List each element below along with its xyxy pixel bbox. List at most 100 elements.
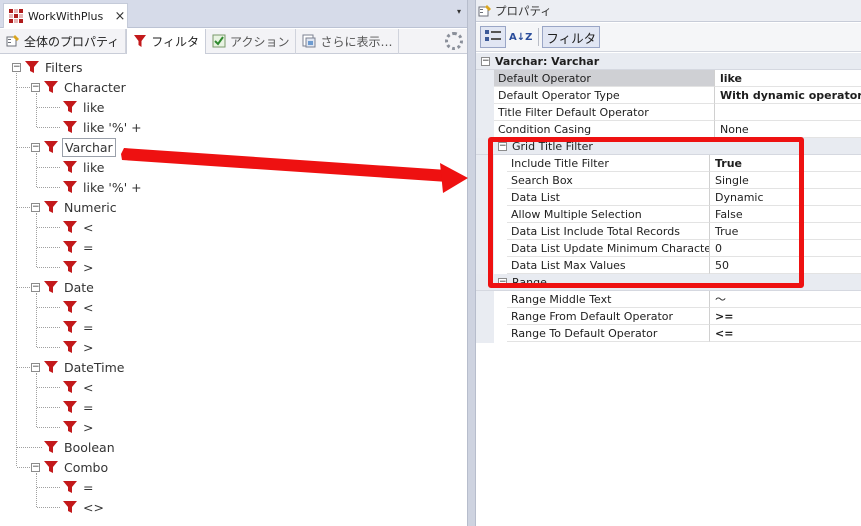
prop-row-range-middle-text[interactable]: Range Middle Text ～: [476, 291, 861, 308]
collapse-icon[interactable]: −: [498, 141, 507, 151]
funnel-icon: [62, 260, 78, 274]
tab-filter[interactable]: フィルタ: [126, 28, 207, 54]
tree-node-date-lt[interactable]: <: [62, 297, 95, 317]
workwithplus-pane: WorkWithPlus × ▾ 全体のプロパティ フィルタ アクション さらに…: [0, 0, 467, 526]
prop-row-range-to-default-operator[interactable]: Range To Default Operator <=: [476, 325, 861, 342]
tree-node-datetime[interactable]: DateTime: [43, 357, 126, 377]
tree-node-boolean[interactable]: Boolean: [43, 437, 117, 457]
tree-node-date-gt[interactable]: >: [62, 337, 95, 357]
funnel-icon: [133, 34, 147, 48]
tab-action[interactable]: アクション: [206, 28, 297, 54]
filter-view-button[interactable]: フィルタ: [542, 26, 601, 48]
tree-collapse-icon[interactable]: −: [31, 363, 40, 372]
prop-row-data-list-update-min-chars[interactable]: Data List Update Minimum Characters 0: [476, 240, 861, 257]
sort-alphabetical-icon: A↓Z: [509, 31, 533, 43]
collapse-icon[interactable]: −: [481, 56, 490, 66]
tree-node-numeric-gt[interactable]: >: [62, 257, 95, 277]
properties-pane: プロパティ A↓Z フィルタ − Varchar: Varchar Defaul…: [476, 0, 861, 526]
category-range[interactable]: − Range: [476, 274, 861, 291]
tab-more[interactable]: さらに表示…: [296, 28, 400, 54]
tree-node-datetime-gt[interactable]: >: [62, 417, 95, 437]
filters-tree: − Filters − Character like like '%' + − …: [0, 56, 467, 526]
document-tab-label: WorkWithPlus: [28, 9, 104, 23]
pane-splitter[interactable]: [467, 0, 476, 526]
tree-node-character[interactable]: Character: [43, 77, 128, 97]
toolbar-separator: [538, 28, 540, 46]
gear-icon[interactable]: [445, 32, 463, 50]
tab-all-properties[interactable]: 全体のプロパティ: [0, 28, 127, 54]
tree-node-numeric[interactable]: Numeric: [43, 197, 119, 217]
tree-node-combo-eq[interactable]: =: [62, 477, 95, 497]
properties-icon: [478, 4, 492, 18]
funnel-icon: [62, 100, 78, 114]
collapse-icon[interactable]: −: [498, 277, 507, 287]
prop-row-search-box[interactable]: Search Box Single: [476, 172, 861, 189]
tree-node-character-like-prefix[interactable]: like '%' +: [62, 117, 144, 137]
funnel-icon: [62, 400, 78, 414]
funnel-icon: [43, 280, 59, 294]
tree-node-character-like[interactable]: like: [62, 97, 106, 117]
grid-object-header[interactable]: − Varchar: Varchar: [476, 53, 861, 70]
category-grid-title-filter[interactable]: − Grid Title Filter: [476, 138, 861, 155]
property-grid: − Varchar: Varchar Default Operator like…: [476, 53, 861, 526]
tree-node-varchar[interactable]: Varchar: [43, 137, 116, 157]
action-icon: [212, 34, 226, 48]
tree-node-varchar-like-prefix[interactable]: like '%' +: [62, 177, 144, 197]
funnel-icon: [43, 440, 59, 454]
funnel-icon: [62, 220, 78, 234]
properties-toolbar: A↓Z フィルタ: [476, 23, 861, 52]
tree-node-filters[interactable]: Filters: [24, 57, 84, 77]
tree-node-datetime-lt[interactable]: <: [62, 377, 95, 397]
document-tab-workwithplus[interactable]: WorkWithPlus ×: [3, 3, 128, 28]
prop-row-include-title-filter[interactable]: Include Title Filter True: [476, 155, 861, 172]
prop-row-range-from-default-operator[interactable]: Range From Default Operator >=: [476, 308, 861, 325]
tree-node-numeric-lt[interactable]: <: [62, 217, 95, 237]
categorized-view-button[interactable]: [480, 26, 506, 48]
filter-view-label: フィルタ: [546, 30, 597, 46]
tree-collapse-icon[interactable]: −: [31, 83, 40, 92]
more-icon: [302, 34, 316, 48]
workwithplus-app-icon: [9, 9, 23, 23]
tree-node-date[interactable]: Date: [43, 277, 96, 297]
prop-row-condition-casing[interactable]: Condition Casing None: [476, 121, 861, 138]
document-tab-bar: WorkWithPlus × ▾: [0, 0, 467, 28]
tree-collapse-icon[interactable]: −: [12, 63, 21, 72]
tree-node-varchar-like[interactable]: like: [62, 157, 106, 177]
prop-row-data-list[interactable]: Data List Dynamic: [476, 189, 861, 206]
categorized-icon: [484, 28, 502, 47]
close-icon[interactable]: ×: [113, 9, 127, 24]
funnel-icon: [43, 360, 59, 374]
alphabetical-sort-button[interactable]: A↓Z: [506, 26, 535, 48]
tab-filter-label: フィルタ: [151, 34, 200, 49]
funnel-icon: [62, 160, 78, 174]
funnel-icon: [62, 300, 78, 314]
properties-title-label: プロパティ: [495, 3, 552, 18]
prop-row-data-list-max-values[interactable]: Data List Max Values 50: [476, 257, 861, 274]
prop-row-allow-multiple-selection[interactable]: Allow Multiple Selection False: [476, 206, 861, 223]
prop-row-default-operator[interactable]: Default Operator like: [476, 70, 861, 87]
prop-row-data-list-include-total-records[interactable]: Data List Include Total Records True: [476, 223, 861, 240]
tree-collapse-icon[interactable]: −: [31, 463, 40, 472]
prop-row-default-operator-type[interactable]: Default Operator Type With dynamic opera…: [476, 87, 861, 104]
tree-node-numeric-eq[interactable]: =: [62, 237, 95, 257]
tab-more-label: さらに表示…: [320, 34, 393, 49]
funnel-icon: [24, 60, 40, 74]
tree-node-datetime-eq[interactable]: =: [62, 397, 95, 417]
tree-node-date-eq[interactable]: =: [62, 317, 95, 337]
prop-row-title-filter-default-operator[interactable]: Title Filter Default Operator: [476, 104, 861, 121]
sub-tab-bar: 全体のプロパティ フィルタ アクション さらに表示…: [0, 28, 467, 54]
tree-node-combo-neq[interactable]: <>: [62, 497, 106, 517]
funnel-icon: [62, 380, 78, 394]
tree-collapse-icon[interactable]: −: [31, 203, 40, 212]
tree-node-combo[interactable]: Combo: [43, 457, 110, 477]
funnel-icon: [62, 120, 78, 134]
pane-menu-chevron-down-icon[interactable]: ▾: [457, 7, 461, 16]
funnel-icon: [62, 180, 78, 194]
tree-collapse-icon[interactable]: −: [31, 283, 40, 292]
funnel-icon: [62, 340, 78, 354]
funnel-icon: [43, 80, 59, 94]
funnel-icon: [62, 320, 78, 334]
funnel-icon: [62, 420, 78, 434]
funnel-icon: [43, 200, 59, 214]
tree-collapse-icon[interactable]: −: [31, 143, 40, 152]
